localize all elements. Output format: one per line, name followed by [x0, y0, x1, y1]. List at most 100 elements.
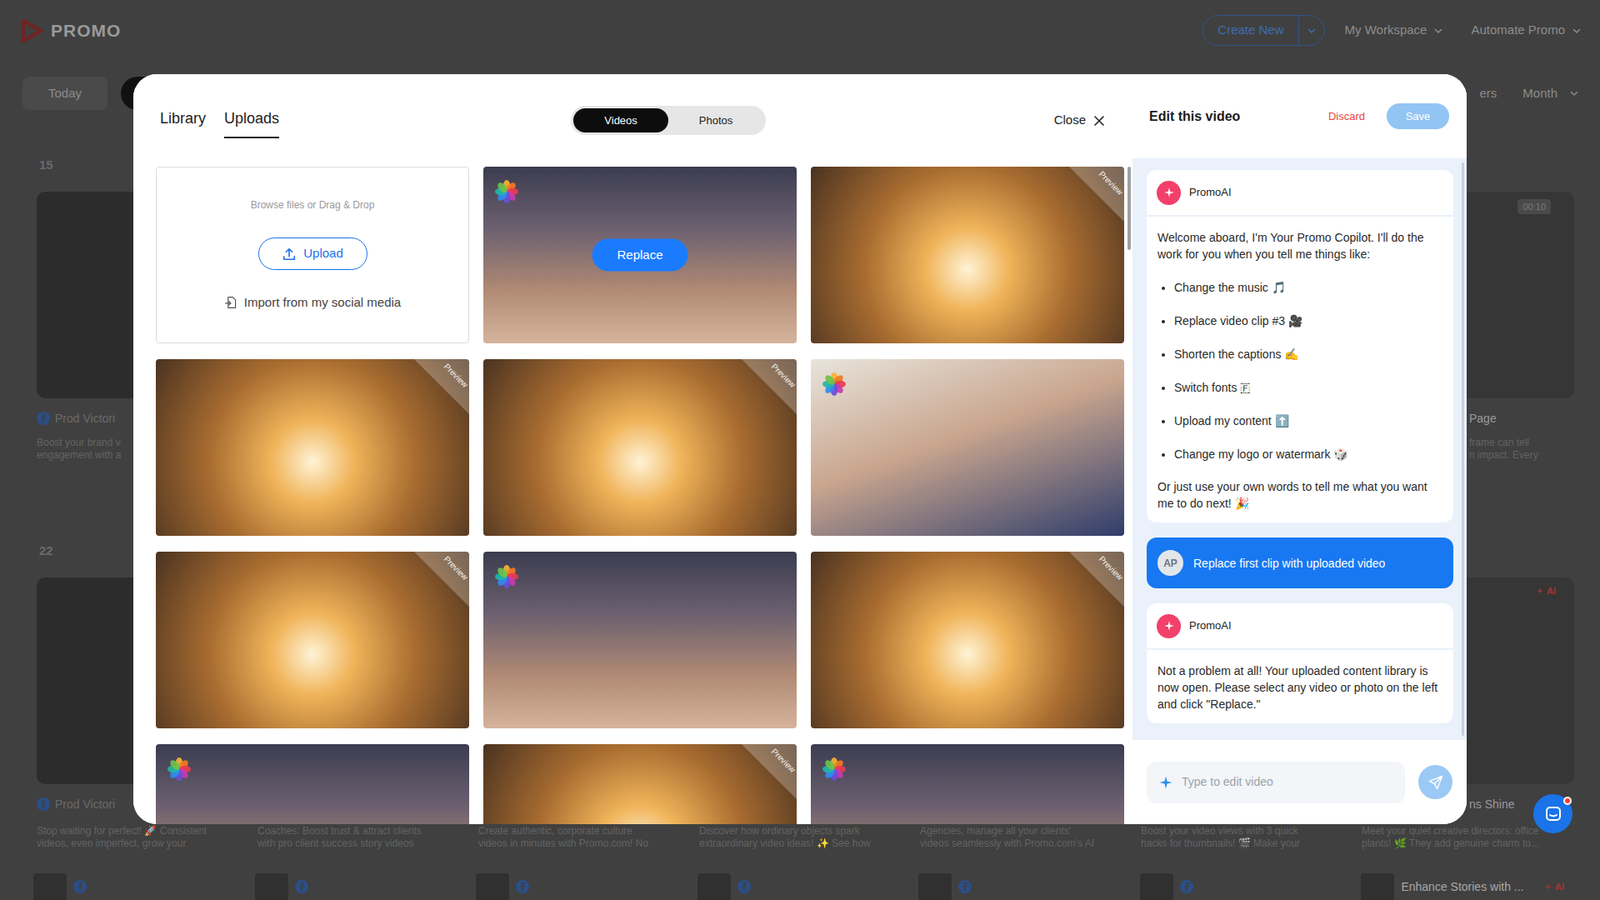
- logo-text: PROMO: [50, 17, 121, 45]
- video-thumbnail[interactable]: [1140, 873, 1174, 900]
- description-line: plants! 🌿 They add genuine charm to...: [1361, 837, 1575, 850]
- chat-icon[interactable]: [1543, 804, 1564, 825]
- media-tile[interactable]: Preview: [155, 551, 470, 729]
- create-new-button[interactable]: Create New: [1202, 15, 1325, 46]
- media-type-option[interactable]: Photos: [668, 108, 764, 133]
- create-new-label[interactable]: Create New: [1203, 20, 1298, 40]
- media-tile[interactable]: Replace: [483, 166, 797, 344]
- import-icon[interactable]: [224, 295, 238, 310]
- card-title[interactable]: ns Shine: [1469, 795, 1515, 814]
- video-card[interactable]: [475, 872, 690, 900]
- media-tile[interactable]: Preview: [483, 744, 797, 825]
- import-social-link[interactable]: Import from my social media: [224, 294, 401, 311]
- send-icon[interactable]: [1427, 774, 1445, 791]
- toolbar-right: ers Month: [1479, 84, 1580, 104]
- video-thumbnail[interactable]: [33, 873, 67, 900]
- chevron-down-icon[interactable]: [1433, 25, 1444, 36]
- video-card[interactable]: [33, 872, 247, 900]
- message-body: Welcome aboard, I'm Your Promo Copilot. …: [1146, 216, 1454, 523]
- video-card[interactable]: [918, 872, 1132, 900]
- media-tile[interactable]: Preview: [810, 551, 1125, 729]
- chat-scrollbar[interactable]: [1461, 162, 1465, 736]
- media-tile[interactable]: [810, 744, 1125, 825]
- video-thumbnail[interactable]: [1360, 873, 1395, 900]
- nav-item[interactable]: My Workspace: [1345, 20, 1445, 40]
- media-tile[interactable]: Preview: [155, 359, 470, 536]
- description-line: Discover how ordinary objects spark: [699, 825, 912, 838]
- video-thumbnail[interactable]: [697, 873, 731, 900]
- card-description: Boost your video views with 3 quickhacks…: [1140, 825, 1354, 850]
- card-description: Create authentic, corporate culturevideo…: [478, 825, 691, 850]
- import-label[interactable]: Import from my social media: [244, 294, 401, 311]
- media-tile[interactable]: [810, 359, 1125, 536]
- video-thumbnail[interactable]: [475, 873, 510, 900]
- month-select[interactable]: Month: [1522, 84, 1580, 104]
- replace-button[interactable]: Replace: [592, 239, 689, 272]
- tab-underline: [224, 136, 280, 139]
- chat-widget[interactable]: [1533, 794, 1573, 834]
- description-line: Coaches: Boost trust & attract clients: [257, 825, 470, 838]
- chevron-down-icon[interactable]: [1571, 25, 1582, 36]
- media-type-option[interactable]: Videos: [573, 108, 669, 133]
- upload-icon[interactable]: [281, 246, 297, 262]
- video-thumbnail[interactable]: [918, 873, 952, 900]
- facebook-icon: [515, 880, 530, 894]
- save-button[interactable]: Save: [1386, 103, 1450, 130]
- card-title[interactable]: Page: [1469, 410, 1497, 428]
- video-thumbnail[interactable]: [255, 873, 289, 900]
- close-button[interactable]: Close: [1054, 105, 1105, 135]
- grid-scrollbar[interactable]: [1127, 166, 1131, 250]
- ai-badge-label: AI: [1555, 880, 1565, 895]
- facebook-icon: [73, 880, 87, 894]
- message-author: PromoAI: [1189, 184, 1232, 201]
- chat-area: PromoAI Welcome aboard, I'm Your Promo Co…: [1132, 158, 1467, 740]
- nav-item[interactable]: Automate Promo: [1470, 20, 1582, 40]
- create-new-divider: [1298, 15, 1300, 45]
- chat-input[interactable]: [1181, 773, 1394, 791]
- close-label[interactable]: Close: [1054, 110, 1086, 130]
- source-tab[interactable]: Uploads: [224, 108, 280, 139]
- chevron-down-icon[interactable]: [1569, 88, 1580, 99]
- suggestion-item: Shorten the captions ✍️: [1174, 345, 1443, 363]
- nav-label[interactable]: My Workspace: [1345, 20, 1428, 40]
- chat-input-field[interactable]: [1146, 761, 1405, 804]
- card-title[interactable]: Prod Victori: [55, 410, 115, 428]
- user-avatar: AP: [1157, 550, 1184, 576]
- editor-header: Edit this video Discard Save: [1132, 74, 1467, 159]
- facebook-icon: [295, 880, 309, 894]
- message-header: PromoAI: [1146, 603, 1454, 650]
- upload-label[interactable]: Upload: [303, 244, 344, 264]
- photos-source-icon: [820, 370, 848, 398]
- nav-label[interactable]: Automate Promo: [1470, 20, 1565, 40]
- filter-button[interactable]: ers: [1479, 84, 1497, 104]
- video-card[interactable]: Enhance Stories with ... AI: [1360, 872, 1575, 900]
- source-tab[interactable]: Library: [160, 108, 206, 139]
- media-tile[interactable]: [155, 744, 470, 825]
- logo-play-icon: [20, 18, 44, 44]
- card-title[interactable]: Enhance Stories with ...: [1400, 878, 1524, 896]
- media-grid: Browse files or Drag & DropUploadImport …: [133, 166, 1133, 825]
- logo[interactable]: PROMO: [20, 17, 121, 45]
- photos-source-icon: [165, 755, 193, 783]
- video-card[interactable]: [1140, 872, 1354, 900]
- today-button[interactable]: Today: [22, 76, 108, 110]
- card-title[interactable]: Prod Victori: [55, 795, 115, 814]
- tab-label[interactable]: Uploads: [224, 108, 280, 129]
- send-button[interactable]: [1418, 765, 1453, 800]
- message-text: Replace first clip with uploaded video: [1193, 555, 1385, 572]
- video-card[interactable]: [255, 872, 469, 900]
- video-card[interactable]: [697, 872, 911, 900]
- suggestion-item: Switch fonts 🇫: [1174, 379, 1443, 396]
- media-tile[interactable]: Preview: [483, 359, 797, 536]
- chat-input-bar: [1132, 740, 1467, 825]
- month-label[interactable]: Month: [1522, 84, 1558, 104]
- upload-box[interactable]: Browse files or Drag & DropUploadImport …: [155, 166, 470, 344]
- upload-button[interactable]: Upload: [258, 237, 368, 270]
- discard-button[interactable]: Discard: [1328, 108, 1365, 125]
- media-tile[interactable]: Preview: [810, 166, 1125, 344]
- close-icon[interactable]: [1093, 115, 1105, 127]
- editor-title: Edit this video: [1149, 106, 1240, 127]
- media-tile[interactable]: [483, 551, 797, 729]
- chevron-down-icon[interactable]: [1299, 25, 1325, 36]
- tab-label[interactable]: Library: [160, 108, 206, 129]
